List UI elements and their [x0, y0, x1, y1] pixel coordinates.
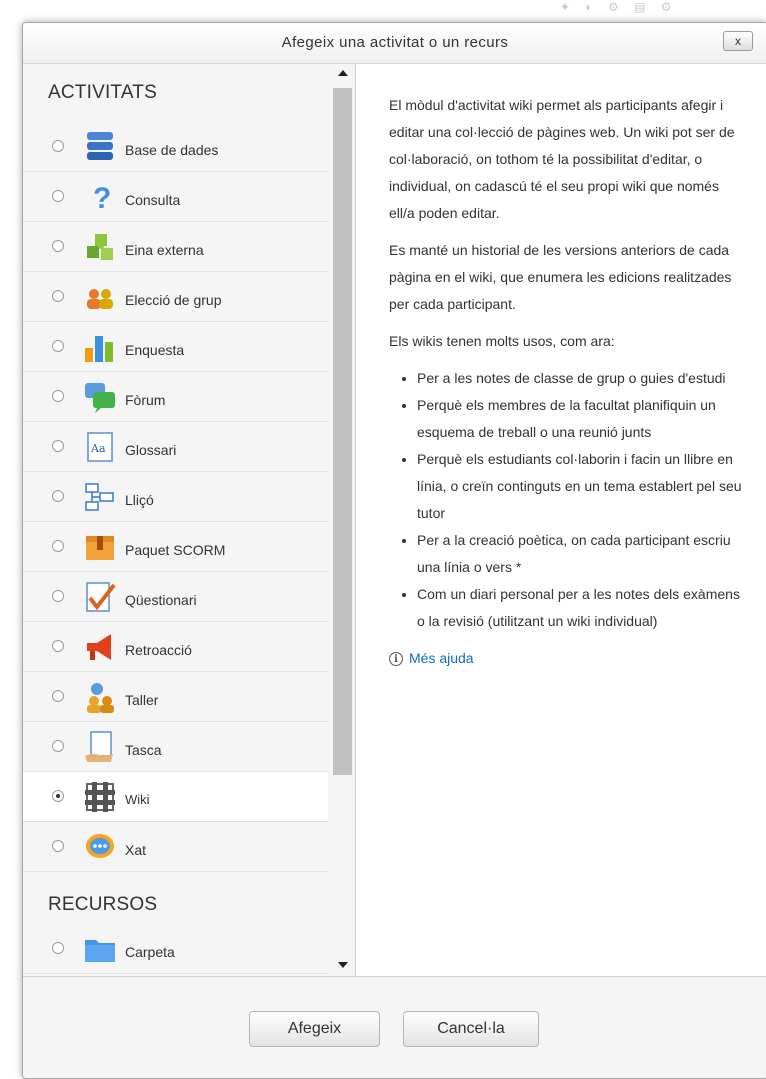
option-forum[interactable]: Fòrum — [23, 372, 328, 422]
scrollbar-thumb[interactable] — [333, 88, 352, 775]
scorm-package-icon — [86, 536, 114, 560]
option-label: Retroacció — [125, 642, 192, 658]
add-activity-dialog: Afegeix una activitat o un recurs x ACTI… — [22, 22, 766, 1079]
wiki-icon — [85, 782, 115, 812]
option-consulta[interactable]: ? Consulta — [23, 172, 328, 222]
option-enquesta[interactable]: Enquesta — [23, 322, 328, 372]
radio-button[interactable] — [52, 840, 64, 852]
radio-button[interactable] — [52, 540, 64, 552]
option-label: Consulta — [125, 192, 181, 208]
database-icon — [87, 132, 113, 160]
option-label: Enquesta — [125, 342, 185, 358]
help-paragraph-1: El mòdul d'activitat wiki permet als par… — [389, 97, 735, 221]
radio-button[interactable] — [52, 590, 64, 602]
radio-button[interactable] — [52, 290, 64, 302]
option-label: Xat — [125, 842, 147, 858]
activities-heading: ACTIVITATS — [48, 82, 157, 103]
more-help-link[interactable]: Més ajuda — [409, 645, 474, 672]
module-help-panel: El mòdul d'activitat wiki permet als par… — [356, 64, 766, 976]
option-label: Taller — [125, 692, 159, 708]
workshop-icon — [87, 683, 114, 713]
dialog-title: Afegeix una activitat o un recurs — [281, 34, 509, 51]
radio-button[interactable] — [52, 340, 64, 352]
option-label: Carpeta — [125, 944, 175, 960]
option-carpeta[interactable]: Carpeta — [23, 924, 328, 974]
list-item: Per a les notes de classe de grup o guie… — [417, 365, 744, 392]
option-label: Glossari — [125, 442, 177, 458]
svg-text:?: ? — [93, 182, 111, 214]
radio-button[interactable] — [52, 942, 64, 954]
forum-icon — [85, 383, 115, 413]
radio-button[interactable] — [52, 390, 64, 402]
background-toolbar-icons: ✦ ◐ ⚙ ▤ ⚙ — [560, 0, 678, 14]
quiz-icon — [86, 582, 116, 612]
option-base-de-dades[interactable]: Base de dades — [23, 122, 328, 172]
radio-button[interactable] — [52, 490, 64, 502]
option-paquet-scorm[interactable]: Paquet SCORM — [23, 522, 328, 572]
list-item: Com un diari personal per a les notes de… — [417, 581, 744, 635]
radio-button[interactable] — [52, 190, 64, 202]
svg-text:Aa: Aa — [90, 442, 106, 455]
radio-button[interactable] — [52, 440, 64, 452]
assignment-icon — [85, 731, 113, 762]
group-choice-icon — [87, 289, 113, 309]
option-taller[interactable]: Taller — [23, 672, 328, 722]
scroll-up-arrow-icon[interactable] — [338, 70, 348, 76]
option-eina-externa[interactable]: Eina externa — [23, 222, 328, 272]
resources-heading: RECURSOS — [48, 894, 158, 915]
list-item: Perquè els membres de la facultat planif… — [417, 392, 744, 446]
option-label: Fòrum — [125, 392, 166, 408]
glossary-icon: Aa — [87, 432, 113, 462]
module-chooser-list: ACTIVITATS Base de dades ? Consulta Eina… — [23, 64, 356, 976]
help-uses-list: Per a les notes de classe de grup o guie… — [389, 365, 744, 635]
radio-button[interactable] — [52, 690, 64, 702]
option-label: Lliçó — [125, 492, 154, 508]
radio-button[interactable] — [52, 240, 64, 252]
dialog-header: Afegeix una activitat o un recurs x — [23, 23, 766, 64]
lesson-icon — [85, 483, 114, 511]
question-icon: ? — [93, 182, 111, 214]
option-label: Tasca — [125, 742, 162, 758]
option-llico[interactable]: Lliçó — [23, 472, 328, 522]
option-label: Base de dades — [125, 142, 219, 158]
option-glossari[interactable]: Aa Glossari — [23, 422, 328, 472]
add-button[interactable]: Afegeix — [249, 1011, 380, 1047]
dialog-footer: Afegeix Cancel·la — [23, 976, 766, 1078]
folder-icon — [85, 940, 115, 962]
option-label: Qüestionari — [125, 592, 197, 608]
option-label: Eina externa — [125, 242, 204, 258]
help-text: El mòdul d'activitat wiki permet als par… — [389, 92, 744, 672]
puzzle-icon — [87, 234, 113, 260]
more-help: i Més ajuda — [389, 645, 744, 672]
option-xat[interactable]: Xat — [23, 822, 328, 872]
radio-button[interactable] — [52, 140, 64, 152]
help-paragraph-3: Els wikis tenen molts usos, com ara: — [389, 333, 615, 349]
radio-button[interactable] — [52, 640, 64, 652]
radio-button[interactable] — [52, 740, 64, 752]
option-wiki[interactable]: Wiki — [23, 772, 328, 822]
option-questionari[interactable]: Qüestionari — [23, 572, 328, 622]
options-scrollbar[interactable] — [330, 64, 355, 976]
feedback-megaphone-icon — [87, 634, 111, 660]
radio-button-selected[interactable] — [52, 790, 64, 802]
option-retroaccio[interactable]: Retroacció — [23, 622, 328, 672]
help-paragraph-2: Es manté un historial de les versions an… — [389, 242, 732, 312]
option-eleccio-de-grup[interactable]: Elecció de grup — [23, 272, 328, 322]
option-label: Wiki — [125, 792, 150, 807]
chat-icon — [86, 834, 114, 858]
option-tasca[interactable]: Tasca — [23, 722, 328, 772]
close-button[interactable]: x — [723, 31, 753, 51]
info-icon: i — [389, 651, 403, 666]
scroll-down-arrow-icon[interactable] — [338, 962, 348, 968]
cancel-button[interactable]: Cancel·la — [403, 1011, 539, 1047]
option-label: Elecció de grup — [125, 292, 222, 308]
list-item: Perquè els estudiants col·laborin i faci… — [417, 446, 744, 527]
list-item: Per a la creació poètica, on cada partic… — [417, 527, 744, 581]
survey-chart-icon — [85, 336, 113, 362]
option-label: Paquet SCORM — [125, 542, 226, 558]
